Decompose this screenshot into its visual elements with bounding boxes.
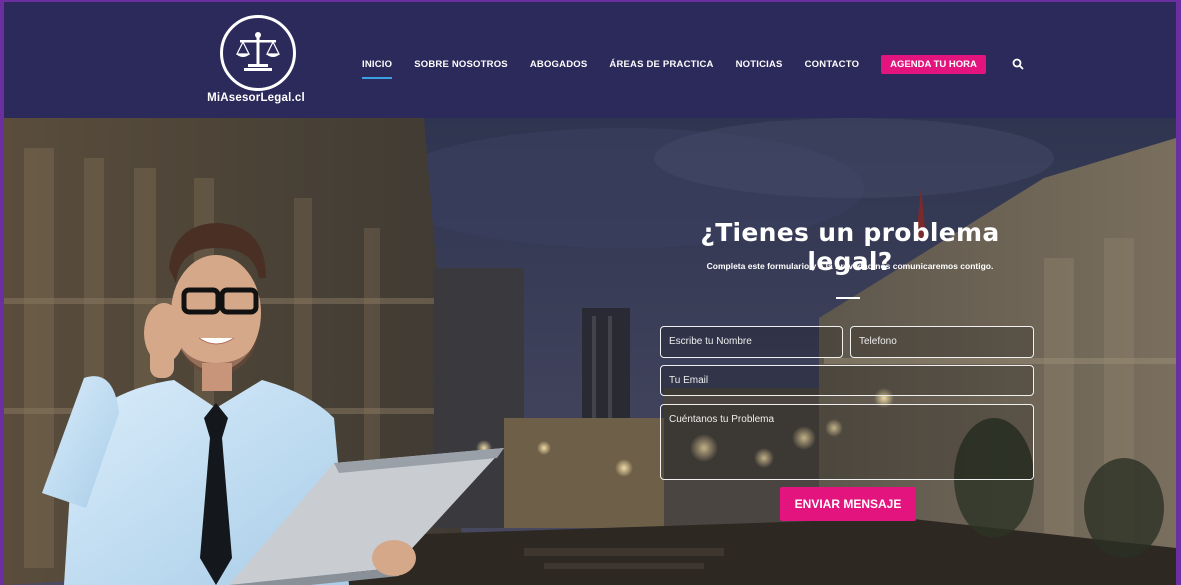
nav-item-abogados[interactable]: ABOGADOS — [530, 59, 588, 70]
title-divider — [836, 297, 860, 299]
logo-text: MiAsesorLegal.cl — [207, 92, 305, 104]
nav-item-contacto[interactable]: CONTACTO — [805, 59, 860, 70]
nav-item-inicio[interactable]: INICIO — [362, 59, 393, 79]
scales-icon — [220, 15, 296, 91]
name-input[interactable]: Escribe tu Nombre — [660, 326, 843, 358]
page-frame: MiAsesorLegal.cl INICIO SOBRE NOSOTROS A… — [4, 2, 1176, 585]
nav-item-noticias[interactable]: NOTICIAS — [736, 59, 783, 70]
agenda-tu-hora-button[interactable]: AGENDA TU HORA — [881, 54, 986, 74]
email-input[interactable]: Tu Email — [660, 365, 1034, 396]
main-nav: INICIO SOBRE NOSOTROS ABOGADOS ÁREAS DE … — [362, 54, 1024, 79]
hero-subtitle: Completa este formulario y a la brevedad… — [706, 261, 994, 271]
nav-item-sobre-nosotros[interactable]: SOBRE NOSOTROS — [414, 59, 508, 70]
phone-input[interactable]: Telefono — [850, 326, 1034, 358]
search-icon[interactable] — [1012, 58, 1024, 70]
site-header: MiAsesorLegal.cl INICIO SOBRE NOSOTROS A… — [4, 2, 1176, 118]
hero-section: ¿Tienes un problema legal? Completa este… — [4, 118, 1176, 585]
problem-textarea[interactable]: Cuéntanos tu Problema — [660, 404, 1034, 480]
site-logo[interactable]: MiAsesorLegal.cl — [200, 12, 312, 112]
send-message-button[interactable]: ENVIAR MENSAJE — [780, 487, 916, 521]
nav-item-areas-de-practica[interactable]: ÁREAS DE PRACTICA — [609, 59, 713, 70]
